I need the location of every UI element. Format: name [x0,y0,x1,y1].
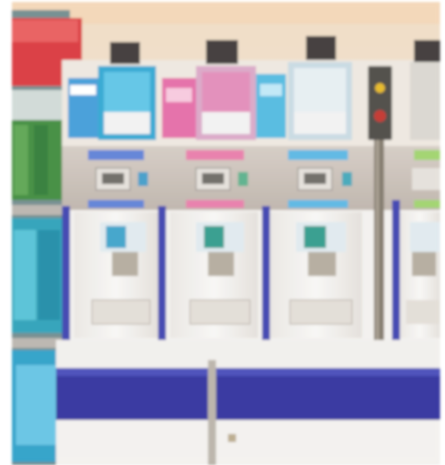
photo-canvas [0,0,445,465]
photo-haze [12,2,440,462]
photo-scene [0,0,445,465]
